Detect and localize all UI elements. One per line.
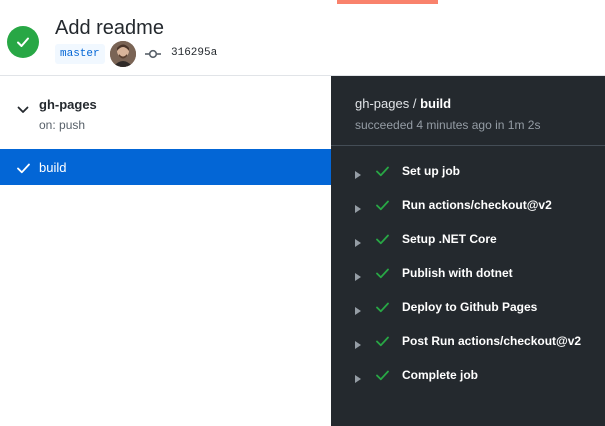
chevron-down-icon[interactable] xyxy=(17,101,29,119)
check-icon xyxy=(376,198,389,216)
branch-badge[interactable]: master xyxy=(55,44,105,64)
caret-right-icon xyxy=(355,302,361,320)
job-title-workflow: gh-pages xyxy=(355,96,410,111)
job-label: build xyxy=(39,160,67,175)
job-title-job: build xyxy=(420,96,452,111)
step-setup-dotnet[interactable]: Setup .NET Core xyxy=(331,222,605,256)
step-set-up-job[interactable]: Set up job xyxy=(331,154,605,188)
avatar[interactable] xyxy=(110,41,136,67)
step-post-checkout[interactable]: Post Run actions/checkout@v2 xyxy=(331,324,605,358)
caret-right-icon xyxy=(355,234,361,252)
check-icon xyxy=(376,266,389,284)
workflow-sidebar: gh-pages on: push build xyxy=(0,76,331,426)
caret-right-icon xyxy=(355,336,361,354)
workflow-trigger: on: push xyxy=(39,118,86,132)
git-commit-icon xyxy=(145,47,161,66)
job-title: gh-pages / build xyxy=(355,96,451,111)
caret-right-icon xyxy=(355,370,361,388)
step-label: Complete job xyxy=(402,368,479,382)
check-icon xyxy=(376,334,389,352)
step-run-checkout[interactable]: Run actions/checkout@v2 xyxy=(331,188,605,222)
commit-title: Add readme xyxy=(55,17,164,39)
check-icon xyxy=(376,368,389,386)
success-status-icon xyxy=(7,26,39,58)
check-icon xyxy=(376,164,389,182)
step-deploy[interactable]: Deploy to Github Pages xyxy=(331,290,605,324)
job-status-text: succeeded 4 minutes ago in 1m 2s xyxy=(355,118,541,132)
step-publish[interactable]: Publish with dotnet xyxy=(331,256,605,290)
caret-right-icon xyxy=(355,166,361,184)
job-log-panel: gh-pages / build succeeded 4 minutes ago… xyxy=(331,76,605,426)
check-icon xyxy=(376,300,389,318)
workflow-name[interactable]: gh-pages xyxy=(39,97,97,112)
caret-right-icon xyxy=(355,200,361,218)
step-label: Publish with dotnet xyxy=(402,266,513,280)
job-title-separator: / xyxy=(409,96,421,111)
step-label: Deploy to Github Pages xyxy=(402,300,538,314)
caret-right-icon xyxy=(355,268,361,286)
step-label: Run actions/checkout@v2 xyxy=(402,198,552,212)
check-icon xyxy=(17,161,30,179)
job-header: gh-pages / build succeeded 4 minutes ago… xyxy=(331,76,605,146)
step-label: Setup .NET Core xyxy=(402,232,497,246)
check-icon xyxy=(376,232,389,250)
job-item-build[interactable]: build xyxy=(0,149,331,185)
step-label: Set up job xyxy=(402,164,460,178)
step-label: Post Run actions/checkout@v2 xyxy=(402,334,582,348)
commit-sha-link[interactable]: 316295a xyxy=(171,47,217,59)
step-complete-job[interactable]: Complete job xyxy=(331,358,605,392)
commit-header: Add readme master 316295a xyxy=(0,0,605,76)
